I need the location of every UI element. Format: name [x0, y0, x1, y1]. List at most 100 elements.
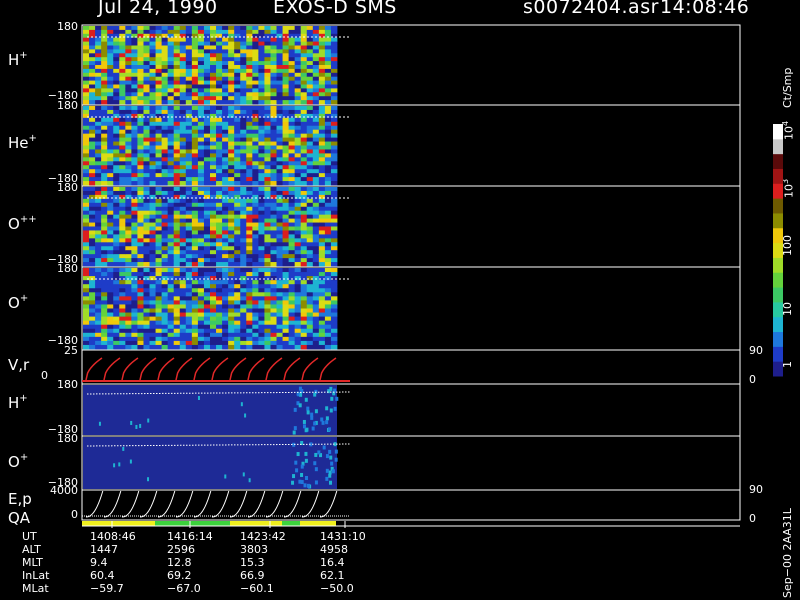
spectrogram-cell [252, 206, 259, 212]
spectrogram-cell [270, 332, 277, 338]
spectrogram-cell [125, 37, 132, 42]
lower-panel-cell [291, 480, 295, 485]
spectrogram-cell [258, 206, 265, 212]
spectrogram-cell [258, 272, 265, 277]
spectrogram-cell [101, 26, 108, 31]
spectrogram-cell [264, 121, 271, 127]
spectrogram-cell [131, 280, 138, 285]
spectrogram-cell [216, 316, 223, 322]
spectrogram-cell [222, 340, 229, 346]
spectrogram-cell [191, 106, 199, 111]
spectrogram-cell [216, 41, 223, 46]
spectrogram-cell [252, 234, 259, 239]
spectrogram-cell [216, 113, 223, 119]
spectrogram-cell [143, 190, 150, 196]
spectrogram-cell [95, 316, 102, 322]
spectrogram-cell [270, 129, 277, 135]
spectrogram-cell [240, 336, 247, 342]
spectrogram-cell [330, 121, 338, 127]
spectrogram-cell [167, 226, 175, 231]
spectrogram-cell [203, 222, 211, 227]
spectrogram-cell [203, 157, 211, 162]
spectrogram-cell [131, 218, 138, 223]
spectrogram-cell [330, 202, 338, 208]
spectrogram-cell [83, 226, 90, 231]
spectrogram-cell [276, 106, 283, 111]
spectrogram-cell [270, 117, 277, 123]
spectrogram-cell [167, 49, 175, 54]
spectrogram-cell [306, 226, 314, 231]
spectrogram-cell [222, 268, 229, 273]
spectrogram-cell [131, 68, 138, 74]
spectrogram-cell [161, 92, 169, 97]
spectrogram-cell [330, 141, 338, 146]
lower-panel-cell [335, 396, 339, 401]
spectrogram-cell [119, 272, 126, 277]
spectrogram-cell [252, 222, 259, 227]
spectrogram-cell [113, 161, 120, 166]
spectrogram-cell [276, 137, 283, 142]
spectrogram-cell [306, 262, 314, 267]
spectrogram-cell [258, 141, 265, 146]
spectrogram-cell [179, 49, 187, 54]
spectrogram-cell [300, 258, 308, 263]
spectrogram-cell [294, 230, 302, 235]
spectrogram-cell [300, 276, 308, 281]
spectrogram-cell [173, 268, 181, 273]
spectrogram-cell [119, 141, 126, 146]
spectrogram-cell [216, 230, 223, 235]
spectrogram-cell [83, 161, 90, 166]
spectrogram-cell [330, 96, 338, 101]
spectrogram-cell [306, 29, 314, 35]
spectrogram-cell [137, 145, 144, 150]
spectrogram-cell [179, 292, 187, 297]
spectrogram-cell [300, 177, 308, 182]
spectrogram-cell [276, 76, 283, 81]
spectrogram-cell [234, 276, 241, 281]
spectrogram-cell [228, 157, 235, 162]
spectrogram-cell [252, 328, 259, 334]
spectrogram-cell [161, 133, 169, 138]
spectrogram-cell [330, 80, 338, 85]
spectrogram-cell [191, 153, 199, 158]
spectrogram-cell [216, 157, 223, 162]
spectrogram-cell [300, 68, 308, 74]
spectrogram-cell [228, 296, 235, 301]
spectrogram-cell [288, 312, 296, 317]
spectrogram-cell [246, 61, 253, 66]
spectrogram-cell [203, 117, 211, 123]
colorbar-swatch [773, 153, 783, 169]
spectrogram-cell [119, 61, 126, 66]
spectrogram-cell [137, 234, 144, 239]
spectrogram-cell [318, 113, 326, 119]
spectrogram-cell [222, 312, 229, 317]
spectrogram-cell [119, 230, 126, 235]
spectrogram-cell [137, 129, 144, 135]
spectrogram-cell [179, 177, 187, 182]
spectrogram-cell [234, 230, 241, 235]
spectrogram-cell [258, 145, 265, 150]
spectrogram-cell [155, 230, 163, 235]
spectrogram-cell [330, 109, 338, 115]
spectrogram-cell [191, 332, 199, 338]
spectrogram-cell [131, 29, 138, 35]
spectrogram-cell [282, 153, 290, 158]
spectrogram-cell [282, 344, 290, 350]
spectrogram-cell [246, 149, 253, 154]
spectrogram-cell [312, 161, 320, 166]
spectrogram-cell [113, 76, 120, 81]
spectrogram-cell [167, 84, 175, 89]
spectrogram-cell [318, 258, 326, 263]
spectrogram-cell [318, 198, 326, 204]
spectrogram-cell [143, 45, 150, 50]
spectrogram-cell [95, 194, 102, 200]
spectrogram-cell [113, 272, 120, 277]
spectrogram-cell [137, 214, 144, 219]
spectrogram-cell [294, 181, 302, 186]
spectrogram-cell [89, 268, 96, 273]
spectrogram-cell [167, 258, 175, 263]
spectrogram-cell [119, 76, 126, 81]
spectrogram-cell [149, 187, 156, 192]
spectrogram-cell [113, 210, 120, 216]
spectrogram-cell [185, 304, 193, 309]
